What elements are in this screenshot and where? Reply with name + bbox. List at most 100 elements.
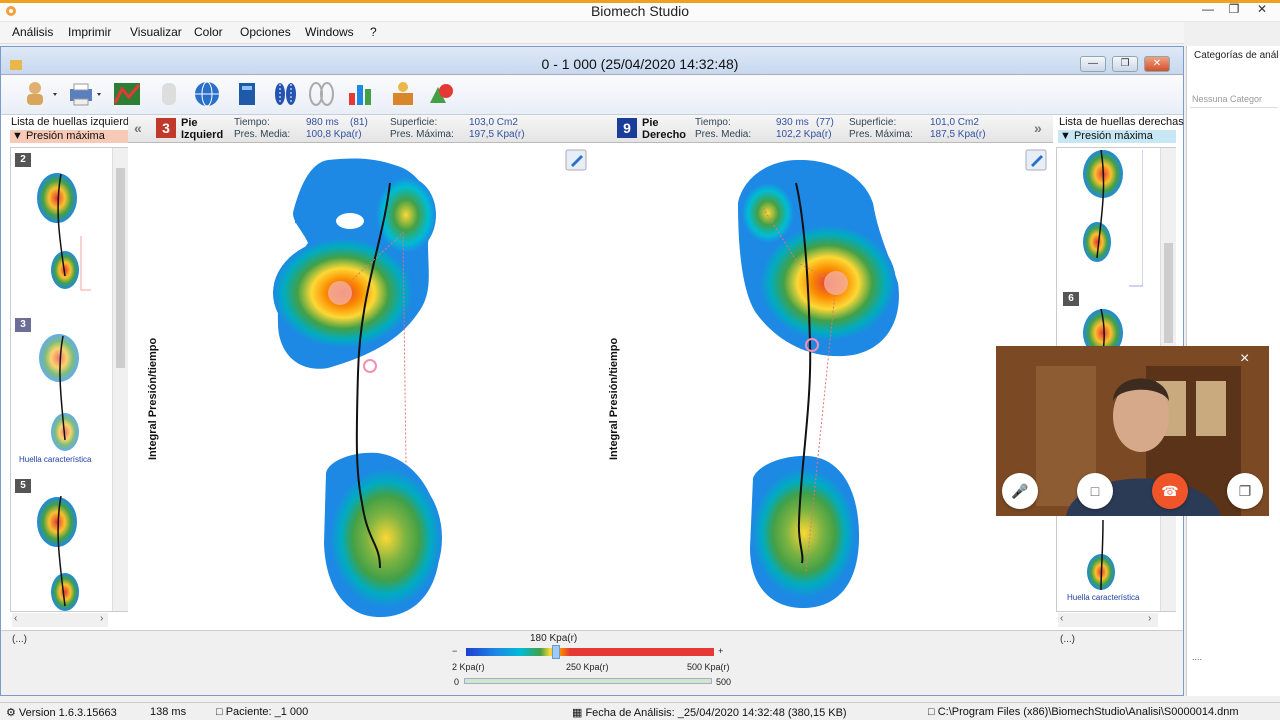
right-time-count: (77) [816, 117, 834, 128]
microphone-icon[interactable]: 🎤 [1002, 473, 1038, 509]
left-max-value: 197,5 Kpa(r) [469, 129, 525, 140]
left-area-value: 103,0 Cm2 [469, 117, 518, 128]
scale-mid-label: 250 Kpa(r) [566, 662, 609, 672]
right-mean-value: 102,2 Kpa(r) [776, 129, 832, 140]
left-list-title: Lista de huellas izquierd [11, 116, 130, 128]
left-foot-heatmap [273, 158, 442, 618]
scale-top-value: 180 Kpa(r) [530, 633, 578, 644]
person-chart-icon[interactable] [388, 79, 418, 109]
scale-min-label: 2 Kpa(r) [452, 662, 485, 672]
shapes-icon[interactable] [426, 79, 456, 109]
file-icon: □ [928, 706, 938, 718]
foot-outline-icon[interactable] [306, 79, 336, 109]
status-path: □ C:\Program Files (x86)\BiomechStudio\A… [928, 706, 1239, 718]
status-version: ⚙ Version 1.6.3.15663 [6, 706, 117, 719]
next-right-button[interactable]: » [1034, 120, 1042, 136]
status-patient-text: Paciente: _1 000 [225, 706, 309, 718]
left-hscrollbar[interactable]: ‹ › [12, 613, 108, 627]
list-item-footprint[interactable] [31, 488, 91, 616]
left-axis-label: Integral Presión/tiempo [147, 337, 159, 460]
left-time-value: 980 ms [306, 117, 339, 128]
right-footer-text: (...) [1060, 634, 1075, 645]
left-foot-label-2: Izquierd [181, 129, 224, 141]
globe-icon[interactable] [192, 79, 222, 109]
right-list-title: Lista de huellas derechas [1059, 116, 1184, 128]
menu-visualizar[interactable]: Visualizar [130, 25, 182, 39]
left-time-count: (81) [350, 117, 368, 128]
menu-help[interactable]: ? [370, 25, 377, 39]
right-foot-heatmap [738, 159, 899, 608]
disabled-foot-icon [154, 79, 184, 109]
left-sort-dropdown[interactable]: ▼ Presión máxima [10, 130, 128, 143]
footprints-icon[interactable] [270, 79, 300, 109]
list-item-footprint[interactable] [1073, 519, 1143, 593]
right-foot-label-2: Derecho [642, 129, 687, 141]
status-ms: 138 ms [150, 706, 187, 718]
status-date-text: Fecha de Análisis: _25/04/2020 14:32:48 … [585, 707, 847, 719]
list-item-footprint[interactable] [31, 166, 97, 294]
list-item-footprint[interactable] [1073, 148, 1144, 291]
right-time-value: 930 ms [776, 117, 809, 128]
window-title: Biomech Studio [590, 3, 690, 19]
range-slider[interactable] [464, 678, 712, 684]
list-item-footprint[interactable] [31, 328, 91, 461]
scroll-left-icon[interactable]: ‹ [1060, 613, 1063, 624]
inner-minimize-button[interactable]: — [1080, 56, 1106, 72]
right-time-label: Tiempo: [695, 117, 731, 128]
document-icon: □ [216, 706, 226, 718]
inner-restore-button[interactable]: ❐ [1112, 56, 1138, 72]
scale-marker[interactable] [552, 645, 560, 659]
minimize-button[interactable]: — [1196, 0, 1220, 19]
close-video-icon[interactable]: × [1240, 350, 1249, 368]
scroll-right-icon[interactable]: › [1148, 613, 1151, 624]
list-item-number: 5 [15, 479, 31, 493]
close-button[interactable]: ✕ [1250, 0, 1274, 19]
pressure-view [128, 143, 1056, 630]
scroll-right-icon[interactable]: › [100, 613, 103, 624]
menu-analisis[interactable]: Análisis [12, 25, 53, 39]
print-icon[interactable] [66, 79, 101, 109]
left-list-scrollbar[interactable] [112, 148, 128, 611]
scroll-left-icon[interactable]: ‹ [14, 613, 17, 624]
right-scroll-thumb[interactable] [1164, 243, 1173, 343]
right-foot-label: Pie Derecho [642, 117, 686, 141]
pressure-chart-icon[interactable] [112, 79, 142, 109]
right-axis-label: Integral Presión/tiempo [608, 337, 620, 460]
menu-windows[interactable]: Windows [305, 25, 354, 39]
book-icon[interactable] [232, 79, 262, 109]
category-input[interactable]: Nessuna Categor [1190, 92, 1278, 108]
camera-icon[interactable]: □ [1077, 473, 1113, 509]
characteristic-label: Huella característica [1067, 593, 1140, 602]
chevron-down-icon: ▼ [12, 130, 26, 142]
left-footprint-list: 2 3 Huella característica 5 [10, 147, 128, 612]
inner-close-button[interactable]: ✕ [1144, 56, 1170, 72]
popout-icon[interactable]: ❐ [1227, 473, 1263, 509]
menu-color[interactable]: Color [194, 25, 223, 39]
video-call-window[interactable]: × 🎤 □ ☎ ❐ [996, 346, 1269, 516]
right-max-value: 187,5 Kpa(r) [930, 129, 986, 140]
right-mean-label: Pres. Media: [695, 129, 752, 140]
menu-imprimir[interactable]: Imprimir [68, 25, 111, 39]
bar-chart-icon[interactable] [346, 79, 376, 109]
patient-icon[interactable] [22, 79, 57, 109]
list-item-number: 2 [15, 153, 31, 167]
menu-opciones[interactable]: Opciones [240, 25, 291, 39]
restore-button[interactable]: ❐ [1222, 0, 1246, 19]
hangup-icon[interactable]: ☎ [1152, 473, 1188, 509]
left-scroll-thumb[interactable] [116, 168, 125, 368]
left-footer-text: (...) [12, 634, 27, 645]
prev-left-button[interactable]: « [134, 120, 142, 136]
right-hscrollbar[interactable]: ‹ › [1058, 613, 1158, 627]
right-area-label: Superficie: [849, 117, 897, 128]
left-foot-label: Pie Izquierd [181, 117, 223, 141]
range-max-label: 500 [716, 677, 732, 687]
chevron-down-icon: ▼ [1060, 130, 1074, 142]
left-area-label: Superficie: [390, 117, 438, 128]
right-sort-dropdown[interactable]: ▼ Presión máxima [1058, 130, 1176, 143]
scale-plus[interactable]: + [718, 646, 723, 656]
right-foot-label-1: Pie [642, 117, 659, 129]
scale-minus[interactable]: − [452, 646, 457, 656]
left-foot-number: 3 [156, 118, 176, 138]
characteristic-label: Huella característica [19, 455, 92, 464]
calendar-icon: ▦ [572, 707, 586, 719]
